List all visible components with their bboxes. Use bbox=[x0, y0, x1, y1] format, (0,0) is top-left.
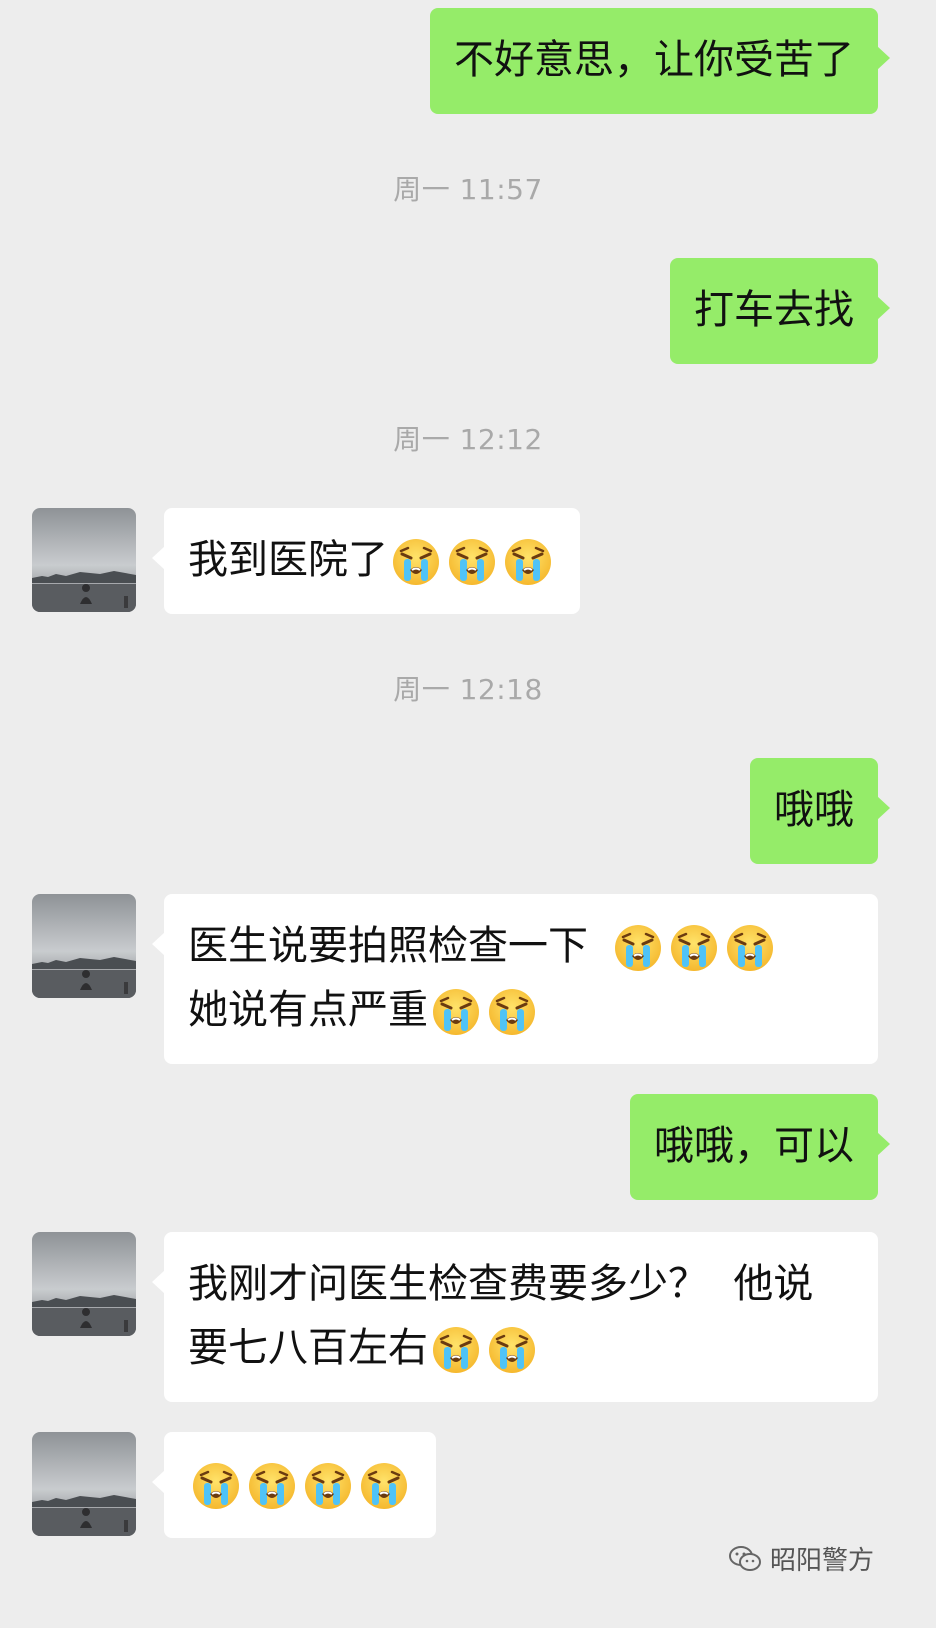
crying-face-emoji-icon bbox=[487, 1325, 537, 1375]
message-line: 她说有点严重 bbox=[188, 978, 854, 1042]
their-message-bubble[interactable]: 我到医院了 bbox=[152, 508, 580, 614]
crying-face-emoji-icon bbox=[247, 1461, 297, 1511]
crying-face-emoji-icon bbox=[391, 537, 441, 587]
contact-avatar[interactable] bbox=[32, 508, 136, 612]
their-message-bubble[interactable]: 医生说要拍照检查一下 她说有点严重 bbox=[152, 894, 878, 1064]
their-message-bubble[interactable] bbox=[152, 1432, 436, 1538]
crying-face-emoji-icon bbox=[669, 923, 719, 973]
message-line: 我刚才问医生检查费要多少？ 他说 bbox=[188, 1252, 854, 1316]
their-message-bubble[interactable]: 我刚才问医生检查费要多少？ 他说 要七八百左右 bbox=[152, 1232, 878, 1402]
watermark-text: 昭阳警方 bbox=[769, 1546, 874, 1576]
crying-face-emoji-icon bbox=[613, 923, 663, 973]
message-line: 医生说要拍照检查一下 bbox=[188, 914, 854, 978]
message-text: 哦哦 bbox=[774, 787, 854, 833]
message-line: 要七八百左右 bbox=[188, 1316, 854, 1380]
crying-face-emoji-icon bbox=[725, 923, 775, 973]
crying-face-emoji-icon bbox=[303, 1461, 353, 1511]
crying-face-emoji-icon bbox=[191, 1461, 241, 1511]
crying-face-emoji-icon bbox=[431, 1325, 481, 1375]
message-text: 哦哦，可以 bbox=[654, 1123, 854, 1169]
message-text: 不好意思，让你受苦了 bbox=[454, 37, 854, 83]
message-line: 我到医院了 bbox=[188, 528, 556, 592]
message-text: 要七八百左右 bbox=[188, 1325, 428, 1371]
crying-face-emoji-icon bbox=[487, 987, 537, 1037]
message-text: 我刚才问医生检查费要多少？ 他说 bbox=[188, 1261, 814, 1307]
contact-avatar[interactable] bbox=[32, 1432, 136, 1536]
contact-avatar[interactable] bbox=[32, 894, 136, 998]
message-text: 医生说要拍照检查一下 bbox=[188, 923, 588, 969]
contact-avatar[interactable] bbox=[32, 1232, 136, 1336]
wechat-icon bbox=[728, 1545, 761, 1571]
crying-face-emoji-icon bbox=[503, 537, 553, 587]
watermark: 昭阳警方 bbox=[728, 1540, 874, 1577]
timestamp: 周一 12:18 bbox=[393, 673, 543, 706]
my-message-bubble[interactable]: 哦哦 bbox=[750, 758, 890, 864]
crying-face-emoji-icon bbox=[447, 537, 497, 587]
timestamp: 周一 12:12 bbox=[393, 423, 543, 456]
message-text: 我到医院了 bbox=[188, 537, 388, 583]
my-message-bubble[interactable]: 哦哦，可以 bbox=[630, 1094, 890, 1200]
message-text: 她说有点严重 bbox=[188, 987, 428, 1033]
message-line bbox=[188, 1452, 412, 1516]
timestamp: 周一 11:57 bbox=[393, 173, 543, 206]
chat-area: 不好意思，让你受苦了 周一 11:57 打车去找 周一 12:12 我到医院了 … bbox=[0, 0, 936, 1628]
message-text: 打车去找 bbox=[694, 287, 854, 333]
crying-face-emoji-icon bbox=[431, 987, 481, 1037]
my-message-bubble[interactable]: 不好意思，让你受苦了 bbox=[430, 8, 890, 114]
my-message-bubble[interactable]: 打车去找 bbox=[670, 258, 890, 364]
crying-face-emoji-icon bbox=[359, 1461, 409, 1511]
